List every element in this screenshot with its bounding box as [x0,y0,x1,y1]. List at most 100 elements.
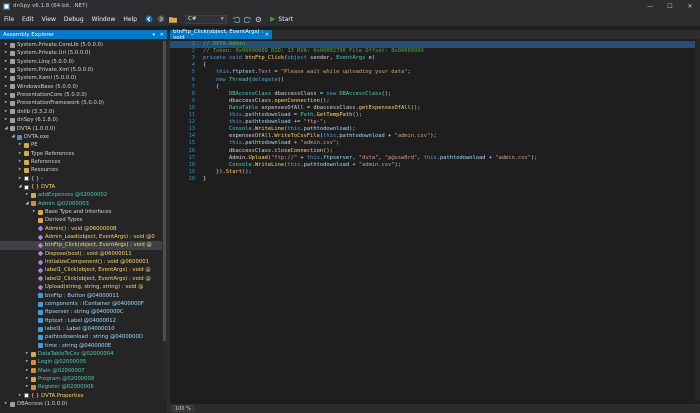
tree-node[interactable]: ▸ Main @02000007 [0,367,162,375]
editor-horizontal-scrollbar[interactable] [198,406,700,411]
tree-node[interactable]: components : IContainer @0400000F [0,300,162,308]
language-select[interactable]: C# ▼ [185,14,228,24]
tree-node[interactable]: ▸ System.Xaml (5.0.0.0) [0,74,162,82]
tree-node[interactable]: Derived Types [0,216,162,224]
tree-node[interactable]: ▸ System.Linq (5.0.0.0) [0,58,162,66]
expand-arrow-icon[interactable]: ▸ [24,367,30,375]
tree-node[interactable]: ◢ Admin @02000003 [0,200,162,208]
menu-view[interactable]: View [42,16,56,23]
tree-node[interactable]: ▸ dnSpy (6.1.8.0) [0,116,162,124]
tree-node[interactable]: ◢ DVTA (1.0.0.0) [0,125,162,133]
tree-node[interactable]: btnFtp_Click(object, EventArgs) : void @ [0,241,162,250]
tree-node[interactable]: ▸ dnlib (3.3.2.0) [0,108,162,116]
node-form-icon [31,385,36,391]
tree-node[interactable]: ▸ Type References [0,150,162,158]
code-token: object [287,55,307,62]
expand-arrow-icon[interactable]: ▸ [3,99,9,107]
tree-node[interactable]: ▸ { } - [0,175,162,183]
tree-node[interactable]: Dispose(bool) : void @06000011 [0,250,162,258]
tree-node[interactable]: ▸ addExpenses @02000002 [0,191,162,199]
expand-arrow-icon[interactable]: ▸ [17,392,23,400]
tree-node[interactable]: ftpserver : string @0400000C [0,308,162,316]
menu-window[interactable]: Window [92,16,116,23]
start-debugging-button[interactable]: ▶ Start [270,15,293,23]
explorer-scroll-thumb[interactable] [163,41,166,341]
tree-node[interactable]: ▸ System.Private.Uri (5.0.0.0) [0,49,162,57]
tree-node[interactable]: ▸ PE [0,141,162,149]
expand-arrow-icon[interactable]: ▸ [17,150,23,158]
expand-arrow-icon[interactable]: ▸ [24,350,30,358]
tree-node[interactable]: label2_Click(object, EventArgs) : void @ [0,275,162,283]
expand-arrow-icon[interactable]: ▸ [17,141,23,149]
expand-arrow-icon[interactable]: ▸ [24,358,30,366]
expand-arrow-icon[interactable]: ▸ [17,166,23,174]
maximize-button[interactable]: ☐ [660,0,680,12]
expand-arrow-icon[interactable]: ▸ [3,108,9,116]
tree-node[interactable]: pathtodownload : string @0400000D [0,333,162,341]
panel-dropdown-icon[interactable]: ▾ [153,32,156,38]
tree-node[interactable]: ▸ Register @02000006 [0,383,162,391]
code-view[interactable]: 1 // DVTA.Admin 2 // Token: 0x0600000D RID:… [170,39,695,401]
tree-node[interactable]: Admin_Load(object, EventArgs) : void @0 [0,233,162,241]
undo-button[interactable] [233,14,241,24]
collapse-arrow-icon[interactable]: ◢ [3,125,9,133]
tree-node[interactable]: ▸ PresentationCore (5.0.0.0) [0,91,162,99]
tree-node[interactable]: ◢ { } DVTA [0,183,162,191]
tree-node[interactable]: ▸ { } DVTA.Properties [0,392,162,400]
tree-node[interactable]: label1_Click(object, EventArgs) : void @ [0,266,162,274]
expand-arrow-icon[interactable]: ▸ [3,66,9,74]
expand-arrow-icon[interactable]: ▸ [3,41,9,49]
expand-arrow-icon[interactable]: ▸ [17,175,23,183]
expand-arrow-icon[interactable]: ▸ [3,91,9,99]
tree-node[interactable]: btnFtp : Button @04000011 [0,292,162,300]
expand-arrow-icon[interactable]: ▸ [3,49,9,57]
tree-node[interactable]: ▸ DataTableToCsv @02000004 [0,350,162,358]
tree-node[interactable]: ▸ Base Type and Interfaces [0,208,162,216]
close-button[interactable]: ✕ [680,0,700,12]
zoom-level-select[interactable]: 100 % [172,405,194,412]
expand-arrow-icon[interactable]: ▸ [3,116,9,124]
tree-node[interactable]: ▸ Login @02000005 [0,358,162,366]
redo-button[interactable] [244,14,251,24]
tree-node[interactable]: time : string @0400000E [0,342,162,350]
expand-arrow-icon[interactable]: ▸ [24,375,30,383]
tree-node[interactable]: ▸ System.Private.CoreLib (5.0.0.0) [0,41,162,49]
tree-node[interactable]: ▸ WindowsBase (5.0.0.0) [0,83,162,91]
menu-edit[interactable]: Edit [22,16,34,23]
tree-node[interactable]: ▸ PresentationFramework (5.0.0.0) [0,99,162,107]
debug-config-button[interactable] [255,14,262,24]
expand-arrow-icon[interactable]: ▸ [24,383,30,391]
expand-arrow-icon[interactable]: ▸ [3,83,9,91]
collapse-arrow-icon[interactable]: ◢ [24,200,30,208]
menu-file[interactable]: File [4,16,14,23]
forward-button[interactable] [157,14,165,24]
menu-help[interactable]: Help [123,16,137,23]
tree-node[interactable]: ▸ System.Private.Xml (5.0.0.0) [0,66,162,74]
tree-node[interactable]: ▸ Program @02000008 [0,375,162,383]
collapse-arrow-icon[interactable]: ◢ [17,183,23,191]
expand-arrow-icon[interactable]: ▸ [31,208,37,216]
tree-node[interactable]: InitializeComponent() : void @0600001 [0,258,162,266]
tree-node[interactable]: ▸ DBAccess (1.0.0.0) [0,400,162,408]
tree-node[interactable]: ftptext : Label @04000012 [0,317,162,325]
expand-arrow-icon[interactable]: ▸ [17,158,23,166]
expand-arrow-icon[interactable]: ▸ [3,74,9,82]
tab-close-icon[interactable]: ✕ [265,32,269,38]
open-button[interactable] [169,14,178,24]
expand-arrow-icon[interactable]: ▸ [3,400,9,408]
minimize-button[interactable]: — [640,0,660,12]
menu-debug[interactable]: Debug [64,16,84,23]
collapse-arrow-icon[interactable]: ◢ [10,133,16,141]
editor-vertical-scrollbar[interactable] [695,39,700,401]
back-button[interactable] [145,14,153,24]
expand-arrow-icon[interactable]: ▸ [3,58,9,66]
tree-node[interactable]: ▸ Resources [0,166,162,174]
tree-node[interactable]: Upload(string, string, string) : void @ [0,283,162,291]
tab-btnftp-click[interactable]: btnFtp_Click(object, EventArgs) : void ✕ [170,29,272,41]
tree-node[interactable]: ◢ DVTA.exe [0,133,162,141]
tree-node[interactable]: label1 : Label @04000010 [0,325,162,333]
panel-close-icon[interactable]: ✕ [160,32,164,38]
tree-node[interactable]: Admin() : void @0600000B [0,225,162,233]
tree-node[interactable]: ▸ References [0,158,162,166]
expand-arrow-icon[interactable]: ▸ [24,191,30,199]
